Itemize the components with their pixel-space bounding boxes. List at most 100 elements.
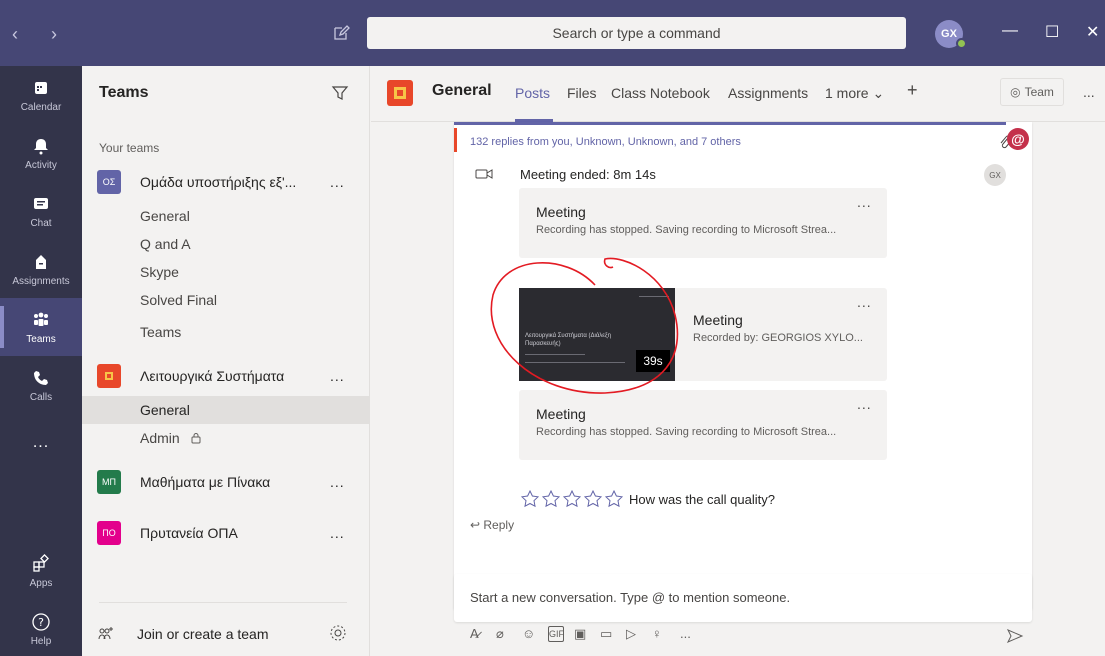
team-item[interactable]: Λειτουργικά Συστήματα ... (82, 360, 370, 392)
send-icon[interactable] (1006, 628, 1024, 644)
compose-placeholder: Start a new conversation. Type @ to ment… (470, 590, 791, 605)
rail-chat[interactable]: Chat (0, 182, 82, 240)
team-name: Ομάδα υποστήριξης εξ'... (140, 174, 297, 190)
mention-icon: @ (1007, 128, 1029, 150)
call-quality-prompt: How was the call quality? (629, 492, 775, 507)
team-item[interactable]: ΜΠ Μαθήματα με Πίνακα ... (82, 466, 370, 498)
tab-posts[interactable]: Posts (515, 85, 550, 101)
star-rating[interactable] (520, 489, 630, 509)
recording-thumbnail[interactable]: Λειτουργικά Συστήματα (Διάλεξη Παρασκευή… (519, 288, 675, 381)
reply-icon: ↩ (470, 518, 484, 532)
thumbnail-title: Λειτουργικά Συστήματα (Διάλεξη Παρασκευή… (525, 333, 611, 347)
praise-icon[interactable]: ♀ (652, 626, 668, 642)
tab-assignments[interactable]: Assignments (728, 85, 808, 101)
channel-label: Q and A (140, 236, 191, 252)
meeting-card[interactable]: Meeting Recording has stopped. Saving re… (519, 390, 887, 460)
replies-link[interactable]: 132 replies from you, Unknown, Unknown, … (470, 136, 741, 148)
avatar: GX (984, 164, 1006, 186)
tab-files[interactable]: Files (567, 85, 597, 101)
main-area: General Posts Files Class Notebook Assig… (371, 66, 1105, 656)
close-icon[interactable]: ✕ (1086, 22, 1099, 42)
rail-help[interactable]: ? Help (0, 600, 82, 656)
team-item[interactable]: ΠΟ Πρυτανεία ΟΠΑ ... (82, 517, 370, 549)
more-icon[interactable]: ... (857, 294, 872, 310)
more-icon[interactable]: ... (330, 525, 345, 541)
nav-arrows[interactable]: ‹ › (12, 24, 71, 45)
rail-activity[interactable]: Activity (0, 124, 82, 182)
stream-icon[interactable]: ▷ (626, 626, 642, 642)
channel-item[interactable]: Solved Final (82, 286, 370, 314)
more-icon[interactable]: ... (857, 194, 872, 210)
search-input[interactable]: Search or type a command (367, 17, 906, 49)
channel-label: General (140, 208, 190, 224)
format-icon[interactable]: A̷ (470, 626, 486, 642)
channel-label: Solved Final (140, 292, 218, 308)
more-icon[interactable]: ... (330, 474, 345, 490)
rail-label: Help (30, 635, 52, 647)
card-topline (454, 122, 1032, 125)
rail-calendar[interactable]: Calendar (0, 66, 82, 124)
join-team-button[interactable]: Join or create a team (97, 622, 357, 646)
rail-teams[interactable]: Teams (0, 298, 82, 356)
attach-icon[interactable]: ⌀ (496, 626, 512, 642)
sticker-icon[interactable]: ▣ (574, 626, 590, 642)
maximize-icon[interactable]: ☐ (1045, 22, 1059, 42)
tab-more[interactable]: 1 more ⌄ (825, 85, 884, 102)
rail-assignments[interactable]: Assignments (0, 240, 82, 298)
new-chat-icon[interactable] (332, 24, 350, 42)
conversation-card: 132 replies from you, Unknown, Unknown, … (454, 122, 1032, 610)
filter-icon[interactable] (331, 84, 349, 102)
meeting-title: Meeting (536, 406, 586, 422)
team-item[interactable]: ΟΣ Ομάδα υποστήριξης εξ'... ... (82, 166, 370, 198)
section-label: Your teams (99, 141, 160, 155)
gif-icon[interactable]: GIF (548, 626, 564, 642)
team-button-label: Team (1024, 85, 1054, 99)
team-logo: ΠΟ (97, 521, 121, 545)
video-icon (475, 169, 493, 179)
chat-icon (34, 197, 48, 209)
meet-now-icon[interactable]: ▭ (600, 626, 616, 642)
team-logo: ΜΠ (97, 470, 121, 494)
recording-card[interactable]: Λειτουργικά Συστήματα (Διάλεξη Παρασκευή… (519, 288, 887, 381)
channel-label: Skype (140, 264, 179, 280)
more-icon: ... (32, 434, 50, 451)
channel-item[interactable]: Skype (82, 258, 370, 286)
minimize-icon[interactable]: — (1002, 22, 1018, 40)
rail-label: Calls (29, 391, 53, 403)
reply-button[interactable]: ↩ Reply (470, 518, 514, 532)
join-team-label: Join or create a team (137, 626, 269, 642)
rail-label: Activity (25, 159, 57, 171)
rail-more[interactable]: ... (0, 414, 82, 472)
apps-icon (33, 553, 49, 572)
more-icon[interactable]: ... (857, 396, 872, 412)
team-logo: ΟΣ (97, 170, 121, 194)
emoji-icon[interactable]: ☺ (522, 626, 538, 642)
channel-item[interactable]: General (82, 202, 370, 230)
eye-icon: ◎ (1010, 85, 1021, 99)
gear-icon[interactable] (329, 624, 347, 642)
chevron-down-icon: ⌄ (872, 85, 885, 101)
more-icon[interactable]: ... (1083, 84, 1095, 100)
meeting-card[interactable]: Meeting Recording has stopped. Saving re… (519, 188, 887, 258)
rail-apps[interactable]: Apps (0, 542, 82, 600)
team-button[interactable]: ◎ Team (1000, 78, 1064, 106)
team-name: Λειτουργικά Συστήματα (140, 368, 285, 384)
rail-calls[interactable]: Calls (0, 356, 82, 414)
title-bar: ‹ › Search or type a command GX — ☐ ✕ (0, 0, 1105, 66)
tab-more-label: 1 more (825, 85, 869, 101)
compose-box[interactable]: Start a new conversation. Type @ to ment… (454, 574, 1032, 622)
more-icon[interactable]: ... (330, 174, 345, 190)
channel-label: Teams (140, 324, 182, 340)
channel-label: General (140, 402, 190, 418)
more-icon[interactable]: ... (680, 626, 696, 642)
more-icon[interactable]: ... (330, 368, 345, 384)
channel-item[interactable]: Admin (82, 424, 370, 452)
add-tab-icon[interactable]: + (907, 80, 918, 101)
channel-item-selected[interactable]: General (82, 396, 370, 424)
team-logo (387, 80, 413, 106)
channel-item[interactable]: Q and A (82, 230, 370, 258)
divider (99, 602, 347, 603)
channel-item[interactable]: Teams (82, 318, 370, 346)
tab-class-notebook[interactable]: Class Notebook (611, 85, 710, 101)
team-logo (97, 364, 121, 388)
